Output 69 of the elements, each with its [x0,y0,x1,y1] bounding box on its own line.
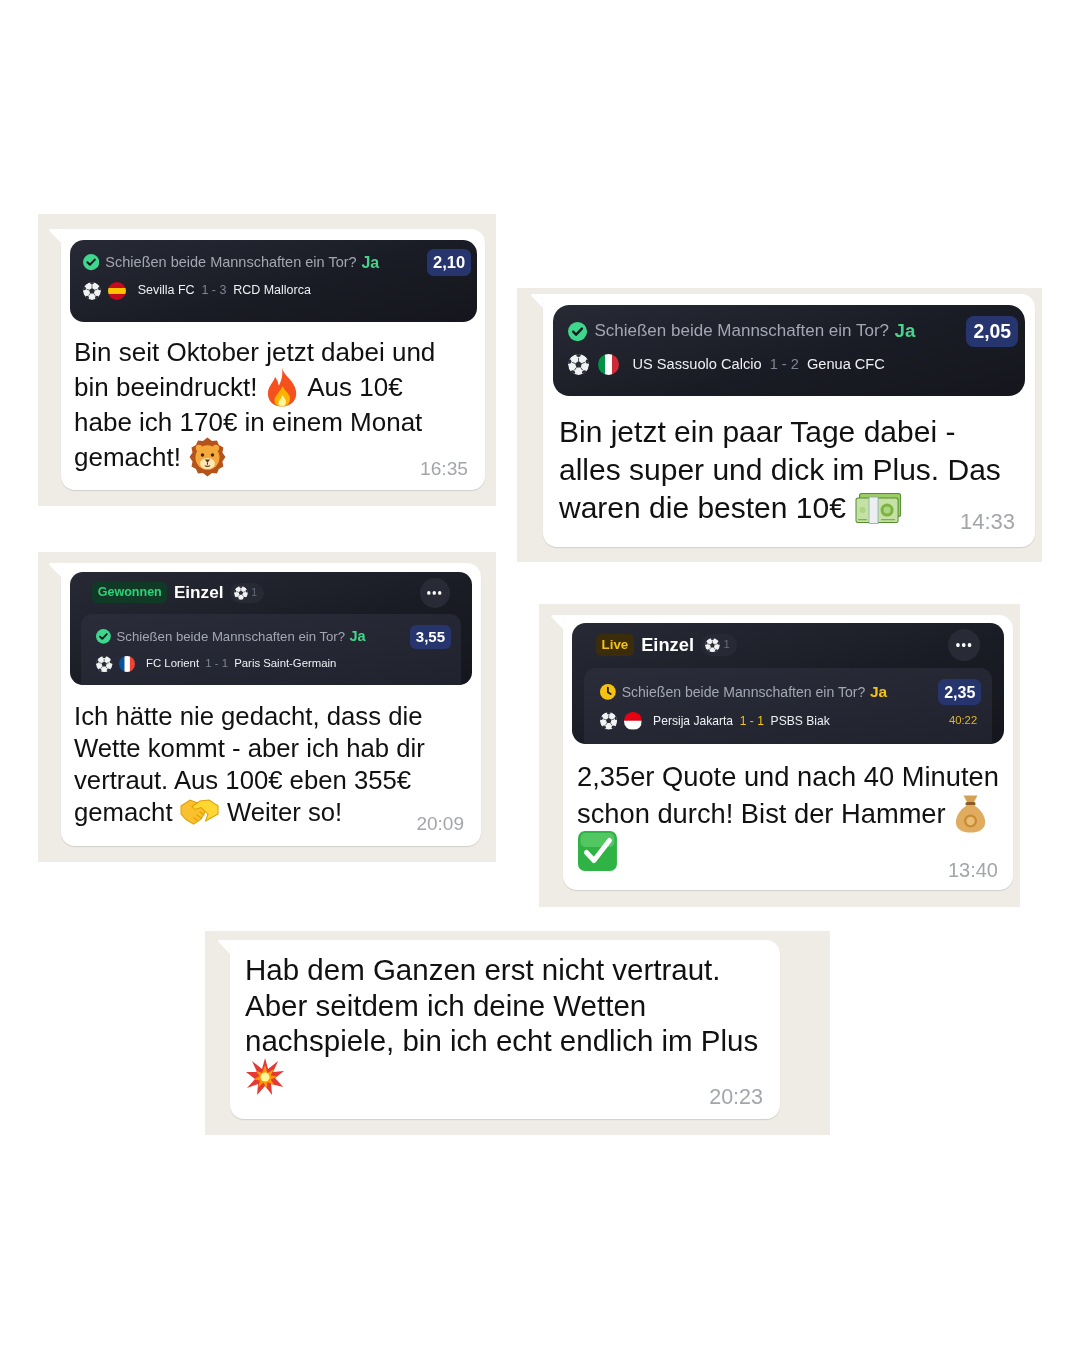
status-badge: Live [595,633,634,657]
message-text: nachspiele, bin ich echt endlich im Plus [245,1023,759,1059]
selection-count: 1 [723,638,730,652]
bet-question: Schießen beide Mannschaften ein Tor? [116,628,346,645]
home-team: FC Lorient [146,657,200,671]
match-score: 1 - 2 [769,355,799,374]
message-text: Bin seit Oktober jetzt dabei und [74,335,436,369]
soccer-ball-icon [234,585,248,600]
handshake-icon [180,797,220,828]
message-text: Hab dem Ganzen erst nicht vertraut. [245,952,721,988]
soccer-ball-icon [96,655,113,673]
away-team: Paris Saint-Germain [234,657,337,671]
match-score: 1 - 1 [205,657,228,671]
message-text: gemacht [74,797,173,829]
message-text: schon durch! Bist der Hammer [577,797,946,832]
message-text: vertraut. Aus 100€ eben 355€ [74,765,412,797]
bet-question: Schießen beide Mannschaften ein Tor? [621,683,866,701]
bet-type-label: Einzel [173,582,224,603]
selection-count: 1 [251,586,258,599]
bet-type-label: Einzel [641,634,694,656]
soccer-ball-icon [600,712,618,730]
match-time: 40:22 [949,714,978,728]
home-team: US Sassuolo Calcio [632,355,762,374]
more-button[interactable] [419,577,450,608]
message-text: alles super und dick im Plus. Das [559,451,1001,488]
message-text: Aber seitdem ich deine Wetten [245,987,647,1023]
banknotes-icon [854,491,902,524]
message-text: gemacht! [74,440,181,474]
soccer-ball-icon [705,637,720,653]
message-text: habe ich 170€ in einem Monat [74,405,423,439]
message-text: bin beeindruckt! [74,370,258,404]
message-text: Weiter so! [227,797,343,829]
odds-badge: 2,10 [427,249,472,277]
message-time: 16:35 [420,459,468,479]
message-text: Aus 10€ [307,370,403,404]
soccer-ball-icon [83,281,101,300]
odds-badge: 2,35 [938,679,982,706]
more-button[interactable] [948,629,981,661]
message-time: 13:40 [947,859,998,880]
bet-question: Schießen beide Mannschaften ein Tor? [594,321,889,342]
home-team: Persija Jakarta [653,713,734,729]
check-mark-icon [577,829,618,872]
money-bag-icon [953,794,987,834]
bet-pick: Ja [869,682,888,702]
message-text: Bin jetzt ein paar Tage dabei - [559,413,956,450]
odds-badge: 3,55 [410,624,451,650]
bet-question: Schießen beide Mannschaften ein Tor? [105,253,357,272]
message-text: Wette kommt - aber ich hab dir [74,733,425,765]
message-text: waren die besten 10€ [559,489,846,526]
bet-pick: Ja [361,252,380,273]
match-score: 1 - 3 [201,283,227,299]
away-team: Genua CFC [806,355,885,374]
status-badge: Gewonnen [92,582,168,604]
lion-face-icon [188,437,226,478]
odds-badge: 2,05 [966,315,1019,348]
home-team: Sevilla FC [137,283,195,299]
message-text: Ich hätte nie gedacht, dass die [74,701,423,733]
message-time: 14:33 [959,510,1015,533]
soccer-ball-icon [568,354,590,376]
more-icon [956,642,972,648]
away-team: PSBS Biak [770,713,830,729]
bet-pick: Ja [894,320,916,343]
message-time: 20:23 [709,1086,763,1108]
bet-pick: Ja [349,628,366,646]
message-time: 20:09 [416,813,464,833]
away-team: RCD Mallorca [233,283,311,299]
more-icon [427,590,442,595]
message-text: 2,35er Quote und nach 40 Minuten [577,760,999,795]
match-score: 1 - 1 [739,713,764,729]
